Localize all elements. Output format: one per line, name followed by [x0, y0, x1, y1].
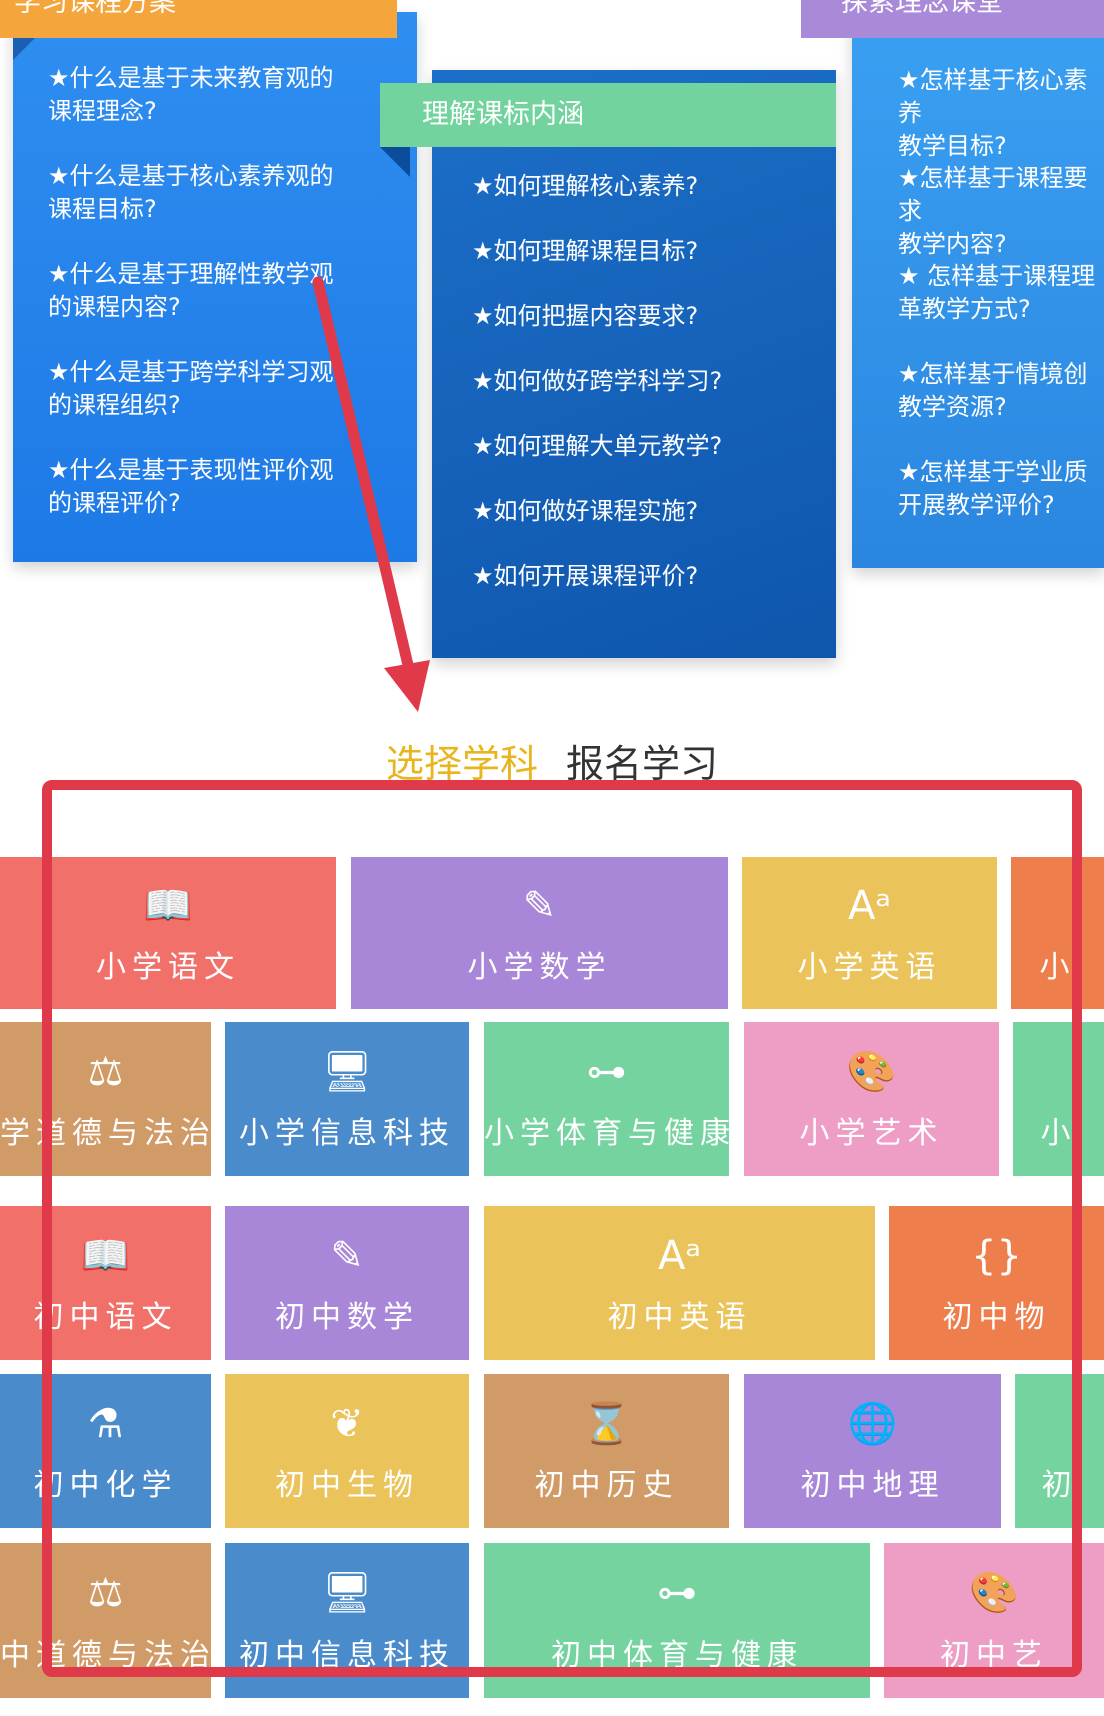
- annotation-arrow: [312, 276, 430, 712]
- arrow-head: [384, 660, 430, 712]
- arrow-shaft: [312, 276, 414, 671]
- highlight-frame: [42, 780, 1082, 1677]
